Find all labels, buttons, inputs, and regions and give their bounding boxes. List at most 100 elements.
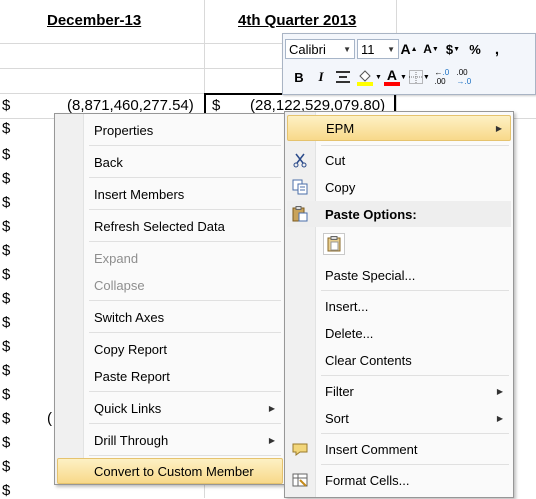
menu-item-insert-members[interactable]: Insert Members [57,181,283,207]
borders-icon [408,70,423,84]
italic-button[interactable]: I [311,67,331,87]
mini-toolbar: Calibri ▼ 11 ▼ A▲ A▼ $▼ % , B I ▼ A ▼ [282,33,536,95]
menu-item-label: Delete... [325,325,374,341]
currency-cell[interactable]: $ [2,386,10,403]
menu-separator [89,177,281,178]
currency-cell[interactable]: $ [2,458,10,475]
percent-style-button[interactable]: % [465,39,485,59]
grow-font-icon: A [400,41,411,57]
menu-item-refresh-selected-data[interactable]: Refresh Selected Data [57,213,283,239]
menu-separator [321,433,509,434]
column-header-december[interactable]: December-13 [47,12,141,29]
comment-icon [291,440,309,458]
menu-item-label: Properties [94,122,154,138]
increase-decimal-button[interactable]: ←.0.00 [432,67,452,87]
menu-item-collapse[interactable]: Collapse [57,272,283,298]
menu-item-epm[interactable]: EPM ▶ [287,115,511,141]
increase-decimal-icon: ←.0.00 [434,68,450,86]
currency-cell[interactable]: $ [2,218,10,235]
decrease-decimal-button[interactable]: .00 →.0 [454,67,474,87]
menu-item-insert-comment[interactable]: Insert Comment [287,436,511,462]
currency-cell[interactable]: $ [2,146,10,163]
chevron-right-icon: ▶ [496,413,503,423]
chevron-right-icon: ▶ [496,386,503,396]
comma-style-button[interactable]: , [487,39,507,59]
menu-item-copy-report[interactable]: Copy Report [57,336,283,362]
menu-item-label: Paste Special... [325,267,416,283]
clipboard-icon[interactable] [323,233,345,255]
menu-item-drill-through[interactable]: Drill Through ▶ [57,427,283,453]
menu-item-label: Convert to Custom Member [94,463,254,479]
menu-item-copy[interactable]: Copy [287,174,511,200]
center-align-icon [336,71,350,83]
value-cell-december[interactable]: (8,871,460,277.54) [67,97,194,114]
chevron-down-icon: ▼ [343,44,351,54]
currency-cell[interactable]: $ [2,362,10,379]
menu-item-sort[interactable]: Sort ▶ [287,405,511,431]
borders-button[interactable]: ▼ [408,67,430,87]
currency-cell[interactable]: $ [2,266,10,283]
menu-item-label: Expand [94,250,139,266]
font-color-button[interactable]: A ▼ [383,67,407,87]
bold-button[interactable]: B [289,67,309,87]
menu-item-convert-to-custom-member[interactable]: Convert to Custom Member [57,458,283,484]
currency-cell[interactable]: $ [2,482,10,499]
menu-item-paste-options: Paste Options: [287,201,511,227]
currency-icon: $ [445,41,454,57]
currency-cell[interactable]: $ [2,194,10,211]
menu-item-label: Quick Links [94,400,162,416]
menu-item-clear-contents[interactable]: Clear Contents [287,347,511,373]
currency-cell[interactable]: $ [2,170,10,187]
grow-font-button[interactable]: A ▲ [399,39,419,59]
currency-cell[interactable]: $ [2,434,10,451]
menu-item-insert[interactable]: Insert... [287,293,511,319]
decrease-decimal-icon: .00 →.0 [456,68,472,86]
center-align-button[interactable] [333,67,353,87]
font-size-select[interactable]: 11 ▼ [357,39,399,59]
font-size-value: 11 [361,41,375,57]
menu-separator [89,209,281,210]
menu-item-paste-special[interactable]: Paste Special... [287,262,511,288]
currency-cell[interactable]: $ [2,338,10,355]
menu-item-back[interactable]: Back [57,149,283,175]
column-header-q4[interactable]: 4th Quarter 2013 [238,12,356,29]
accounting-format-button[interactable]: $ ▼ [443,39,463,59]
menu-item-label: Paste Options: [325,206,417,222]
chevron-right-icon: ▶ [268,403,275,413]
currency-cell[interactable]: $ [2,120,10,137]
menu-separator [89,423,281,424]
menu-item-paste-report[interactable]: Paste Report [57,363,283,389]
menu-separator [89,145,281,146]
menu-item-switch-axes[interactable]: Switch Axes [57,304,283,330]
format-cells-icon [291,471,309,489]
menu-item-quick-links[interactable]: Quick Links ▶ [57,395,283,421]
menu-item-label: Sort [325,410,349,426]
currency-cell[interactable]: $ [2,242,10,259]
copy-icon [291,178,309,196]
font-name-select[interactable]: Calibri ▼ [285,39,355,59]
menu-item-expand[interactable]: Expand [57,245,283,271]
paste-icon [291,205,309,223]
chevron-right-icon: ▶ [268,435,275,445]
shrink-font-button[interactable]: A ▼ [421,39,441,59]
menu-item-label: Drill Through [94,432,169,448]
menu-item-filter[interactable]: Filter ▶ [287,378,511,404]
menu-separator [321,375,509,376]
highlight-color-button[interactable]: ▼ [355,67,382,87]
menu-item-format-cells[interactable]: Format Cells... [287,467,511,493]
menu-item-cut[interactable]: Cut [287,147,511,173]
menu-item-delete[interactable]: Delete... [287,320,511,346]
font-color-icon: A [386,67,397,83]
menu-item-label: Insert Members [94,186,185,202]
menu-item-label: Clear Contents [325,352,412,368]
currency-cell[interactable]: $ [2,97,10,114]
menu-item-label: Copy Report [94,341,167,357]
menu-item-label: Insert... [325,298,369,314]
font-name-value: Calibri [289,41,326,57]
currency-cell[interactable]: $ [2,410,10,427]
currency-cell[interactable]: $ [2,290,10,307]
currency-cell[interactable]: $ [2,314,10,331]
partial-value-cell[interactable]: ( [47,410,52,427]
font-color-swatch [383,82,400,86]
menu-item-properties[interactable]: Properties [57,117,283,143]
